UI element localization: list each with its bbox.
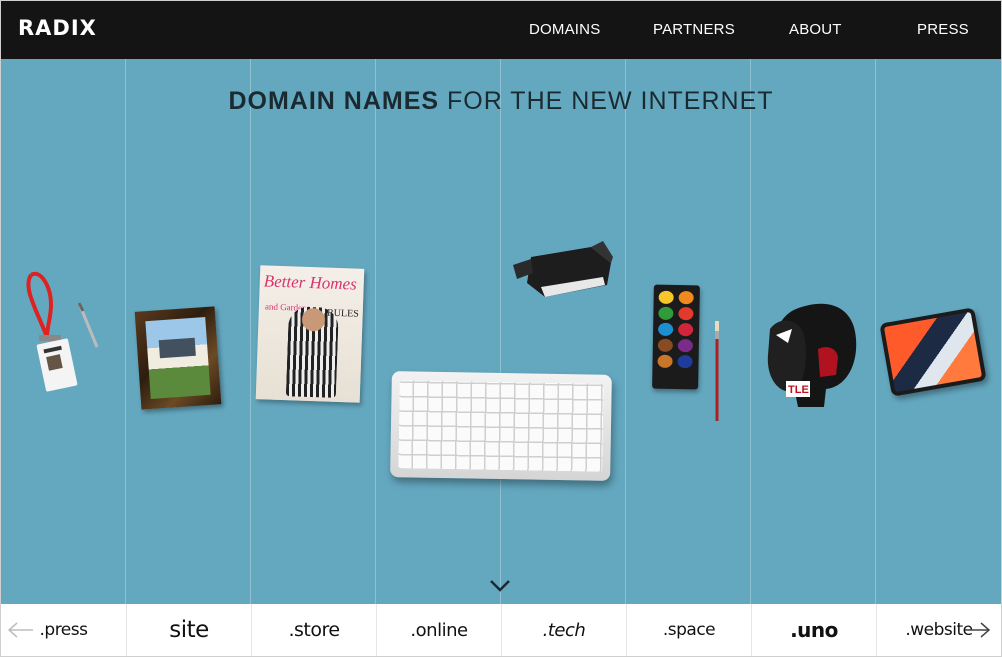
tab-label: site [169,617,209,643]
paint-light-blue [658,322,674,336]
magazine-cover-figure [285,306,339,398]
headline-light: FOR THE NEW INTERNET [447,87,774,115]
paint-crimson [678,323,694,337]
paint-yellow [658,290,674,304]
column-divider [875,59,876,604]
vr-headset-image[interactable] [511,239,615,305]
paint-set-image[interactable] [652,284,700,390]
tab-label: .tech [542,619,586,641]
arrow-right-icon[interactable] [963,620,993,640]
nav-about[interactable]: ABOUT [789,21,842,38]
paint-ochre [657,354,673,368]
magazine-image[interactable]: Better Homes and Gardens RULES [255,265,365,403]
radix-logo[interactable]: RADIX [18,16,97,40]
tab-space[interactable]: .space [626,604,751,656]
column-divider [750,59,751,604]
nav-partners[interactable]: PARTNERS [653,21,735,38]
tab-site[interactable]: site [126,604,251,656]
press-badge-image[interactable] [21,267,106,392]
hero-headline: DOMAIN NAMES FOR THE NEW INTERNET [1,87,1001,116]
paint-blue [677,355,693,369]
paint-orange [678,291,694,305]
tab-label: .online [410,619,468,641]
nav-press[interactable]: PRESS [917,21,969,38]
column-divider [375,59,376,604]
tab-label: .space [662,620,716,640]
house-roof [158,337,196,359]
hero-section: DOMAIN NAMES FOR THE NEW INTERNET Better… [1,59,1001,604]
column-divider [625,59,626,604]
tab-label: .press [39,620,88,640]
svg-text:TLE: TLE [788,384,809,396]
arrow-left-icon[interactable] [5,620,35,640]
tab-label: .store [288,619,340,641]
domain-tab-bar: .press site .store .online .tech .space … [1,604,1001,656]
house-photo [145,317,211,399]
tab-uno[interactable]: .uno [751,604,876,656]
paint-red [678,307,694,321]
column-divider [250,59,251,604]
tab-online[interactable]: .online [376,604,501,656]
headline-bold: DOMAIN NAMES [228,87,440,115]
paint-brown [657,338,673,352]
boxing-glove-image[interactable]: TLE [766,295,862,413]
paint-green [658,306,674,320]
magazine-title: Better Homes [263,271,358,294]
framed-house-image[interactable] [134,306,222,410]
magazine-cover-line: RULES [326,307,359,320]
paint-purple [677,339,693,353]
column-divider [500,59,501,604]
tab-tech[interactable]: .tech [501,604,626,656]
site-header: RADIX DOMAINS PARTNERS ABOUT PRESS [1,1,1001,59]
keyboard-image[interactable] [390,371,612,481]
column-divider [125,59,126,604]
tablet-image[interactable] [879,307,987,397]
tab-label: .uno [790,618,838,642]
nav-domains[interactable]: DOMAINS [529,21,600,38]
chevron-down-icon[interactable] [488,577,512,593]
page-frame: RADIX DOMAINS PARTNERS ABOUT PRESS DOMAI… [0,0,1002,657]
paintbrush-image [715,321,719,421]
tablet-screen [883,311,983,393]
keyboard-keys [398,380,604,472]
tab-store[interactable]: .store [251,604,376,656]
